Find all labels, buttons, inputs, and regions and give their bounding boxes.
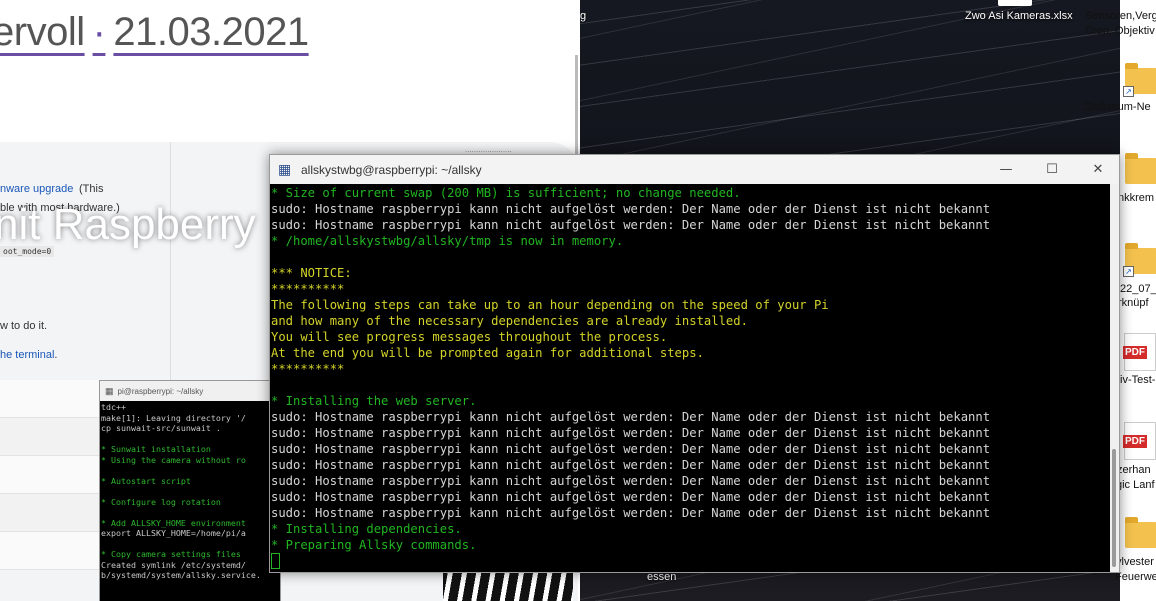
terminal-line: sudo: Hostname raspberrypi kann nicht au… xyxy=(271,458,991,472)
list-item xyxy=(0,418,100,456)
excel-file-icon[interactable] xyxy=(998,0,1032,6)
terminal-line: sudo: Hostname raspberrypi kann nicht au… xyxy=(271,490,991,504)
terminal-line: sudo: Hostname raspberrypi kann nicht au… xyxy=(271,426,991,440)
terminal-line: *** NOTICE: xyxy=(271,266,352,280)
embedded-terminal-line xyxy=(101,486,279,497)
terminal-scrollbar[interactable] xyxy=(1110,184,1119,572)
embedded-list xyxy=(0,380,100,601)
terminal-line: * Installing dependencies. xyxy=(271,522,462,536)
embedded-terminal-line: b/systemd/system/allsky.service. xyxy=(101,570,261,580)
terminal-line: sudo: Hostname raspberrypi kann nicht au… xyxy=(271,202,991,216)
terminal-output[interactable]: * Size of current swap (200 MB) is suffi… xyxy=(270,184,1111,573)
terminal-line: sudo: Hostname raspberrypi kann nicht au… xyxy=(271,442,991,456)
terminal-link-suffix: . xyxy=(54,349,58,361)
terminal-line: sudo: Hostname raspberrypi kann nicht au… xyxy=(271,506,991,520)
terminal-line: * Preparing Allsky commands. xyxy=(271,538,477,552)
embedded-terminal-line xyxy=(101,539,279,550)
desktop-item-sensoren-line2: Crop, Objektiv xyxy=(1085,25,1155,37)
terminal-line: sudo: Hostname raspberrypi kann nicht au… xyxy=(271,218,991,232)
terminal-link-wrapper: he terminal. xyxy=(0,349,57,361)
embedded-terminal-line xyxy=(101,465,279,476)
desktop-item-label[interactable]: g xyxy=(580,10,586,22)
code-snippet: oot_mode=0 xyxy=(0,246,55,257)
terminal-title: allskystwbg@raspberrypi: ~/allsky xyxy=(301,162,482,177)
embedded-heading: nit Raspberry xyxy=(0,200,256,249)
terminal-line: sudo: Hostname raspberrypi kann nicht au… xyxy=(271,410,991,424)
shortcut-arrow-icon: ↗ xyxy=(1123,86,1134,97)
terminal-line: sudo: Hostname raspberrypi kann nicht au… xyxy=(271,474,991,488)
desktop-item-stellarium[interactable]: Stellarium-Ne xyxy=(1084,101,1151,113)
terminal-link[interactable]: he terminal xyxy=(0,349,54,361)
terminal-prompt-line[interactable] xyxy=(271,553,1111,569)
desktop-item-excel[interactable]: Zwo Asi Kameras.xlsx xyxy=(965,10,1073,22)
embedded-terminal-line: cp sunwait-src/sunwait . xyxy=(101,423,221,433)
desktop-item-2207-line2: rknüpf xyxy=(1118,297,1149,309)
terminal-line: and how many of the necessary dependenci… xyxy=(271,314,748,328)
putty-icon: ▦ xyxy=(105,385,114,396)
terminal-line: * Installing the web server. xyxy=(271,394,477,408)
howto-text: w to do it. xyxy=(0,320,48,332)
list-item xyxy=(0,380,100,418)
minimize-button[interactable]: — xyxy=(983,155,1029,184)
article-title: ervoll · 21.03.2021 xyxy=(0,10,309,55)
embedded-terminal-line: * Sunwait installation xyxy=(101,444,211,454)
embedded-terminal-line: * Add ALLSKY_HOME environment xyxy=(101,517,246,528)
embedded-terminal-line: * Using the camera without ro xyxy=(101,454,246,465)
cursor-icon xyxy=(271,553,280,569)
embedded-terminal-line: make[1]: Leaving directory '/ xyxy=(101,412,246,423)
list-item xyxy=(0,456,100,494)
desktop-item-sylvester-line2: Feuerwe xyxy=(1115,571,1156,583)
desktop-item-sylvester[interactable]: ylvester xyxy=(1116,556,1154,568)
embedded-terminal-title: pi@raspberrypi: ~/allsky xyxy=(117,386,204,396)
embedded-terminal-titlebar: ▦ pi@raspberrypi: ~/allsky xyxy=(100,381,280,401)
pdf-file-icon[interactable]: PDF xyxy=(1123,333,1156,371)
terminal-line: The following steps can take up to an ho… xyxy=(271,298,829,312)
embedded-terminal-line: tdc++ xyxy=(101,402,126,412)
embedded-terminal-line xyxy=(101,434,279,445)
folder-icon[interactable] xyxy=(1125,153,1156,184)
embedded-divider xyxy=(170,142,171,382)
terminal-scrollbar-thumb[interactable] xyxy=(1112,449,1116,567)
embedded-terminal-output: tdc++ make[1]: Leaving directory '/cp sun… xyxy=(100,401,280,582)
list-item xyxy=(0,494,100,532)
title-separator: · xyxy=(92,10,106,54)
close-button[interactable]: ✕ xyxy=(1075,155,1121,184)
firmware-upgrade-link[interactable]: nware upgrade xyxy=(0,183,73,195)
embedded-terminal-line: * Configure log rotation xyxy=(101,496,221,507)
terminal-line: * Size of current swap (200 MB) is suffi… xyxy=(271,186,741,200)
article-date-link[interactable]: 21.03.2021 xyxy=(113,10,309,54)
terminal-line: At the end you will be prompted again fo… xyxy=(271,346,704,360)
maximize-button[interactable]: ☐ xyxy=(1029,155,1075,184)
firmware-text: (This xyxy=(79,183,104,195)
desktop-item-sensoren[interactable]: Sensoren,Verg xyxy=(1085,10,1156,22)
terminal-window[interactable]: ▦ allskystwbg@raspberrypi: ~/allsky — ☐ … xyxy=(269,154,1120,573)
embedded-terminal-line: Created symlink /etc/systemd/ xyxy=(101,559,246,570)
embedded-terminal-line: * Copy camera settings files xyxy=(101,549,241,559)
terminal-line: ********** xyxy=(271,362,345,376)
list-item xyxy=(0,532,100,570)
desktop-item-2207[interactable]: 22_07_3 xyxy=(1120,283,1156,295)
pdf-file-icon[interactable]: PDF xyxy=(1123,422,1156,460)
desktop-item-zerhan-pdf[interactable]: zerhan xyxy=(1117,464,1151,476)
terminal-titlebar[interactable]: ▦ allskystwbg@raspberrypi: ~/allsky — ☐ … xyxy=(270,155,1119,184)
putty-icon[interactable]: ▦ xyxy=(278,162,294,178)
embedded-terminal-line: export ALLSKY_HOME=/home/pi/a xyxy=(101,528,246,538)
terminal-line: ********** xyxy=(271,282,345,296)
desktop-item-zerhan-line2: gic Lanf xyxy=(1116,479,1155,491)
embedded-terminal-window: ▦ pi@raspberrypi: ~/allsky tdc++ make[1]:… xyxy=(99,380,281,601)
article-title-link[interactable]: ervoll xyxy=(0,10,85,54)
desktop-item-test-pdf[interactable]: iv-Test- xyxy=(1120,374,1155,386)
desktop-item-linkkrem[interactable]: nkkrem xyxy=(1118,192,1154,204)
terminal-line: * /home/allskystwbg/allsky/tmp is now in… xyxy=(271,234,624,248)
embedded-terminal-line xyxy=(101,507,279,518)
embedded-terminal-line: * Autostart script xyxy=(101,475,191,486)
shortcut-arrow-icon: ↗ xyxy=(1123,266,1134,277)
folder-icon[interactable] xyxy=(1125,517,1156,548)
terminal-line: You will see progress messages throughou… xyxy=(271,330,668,344)
